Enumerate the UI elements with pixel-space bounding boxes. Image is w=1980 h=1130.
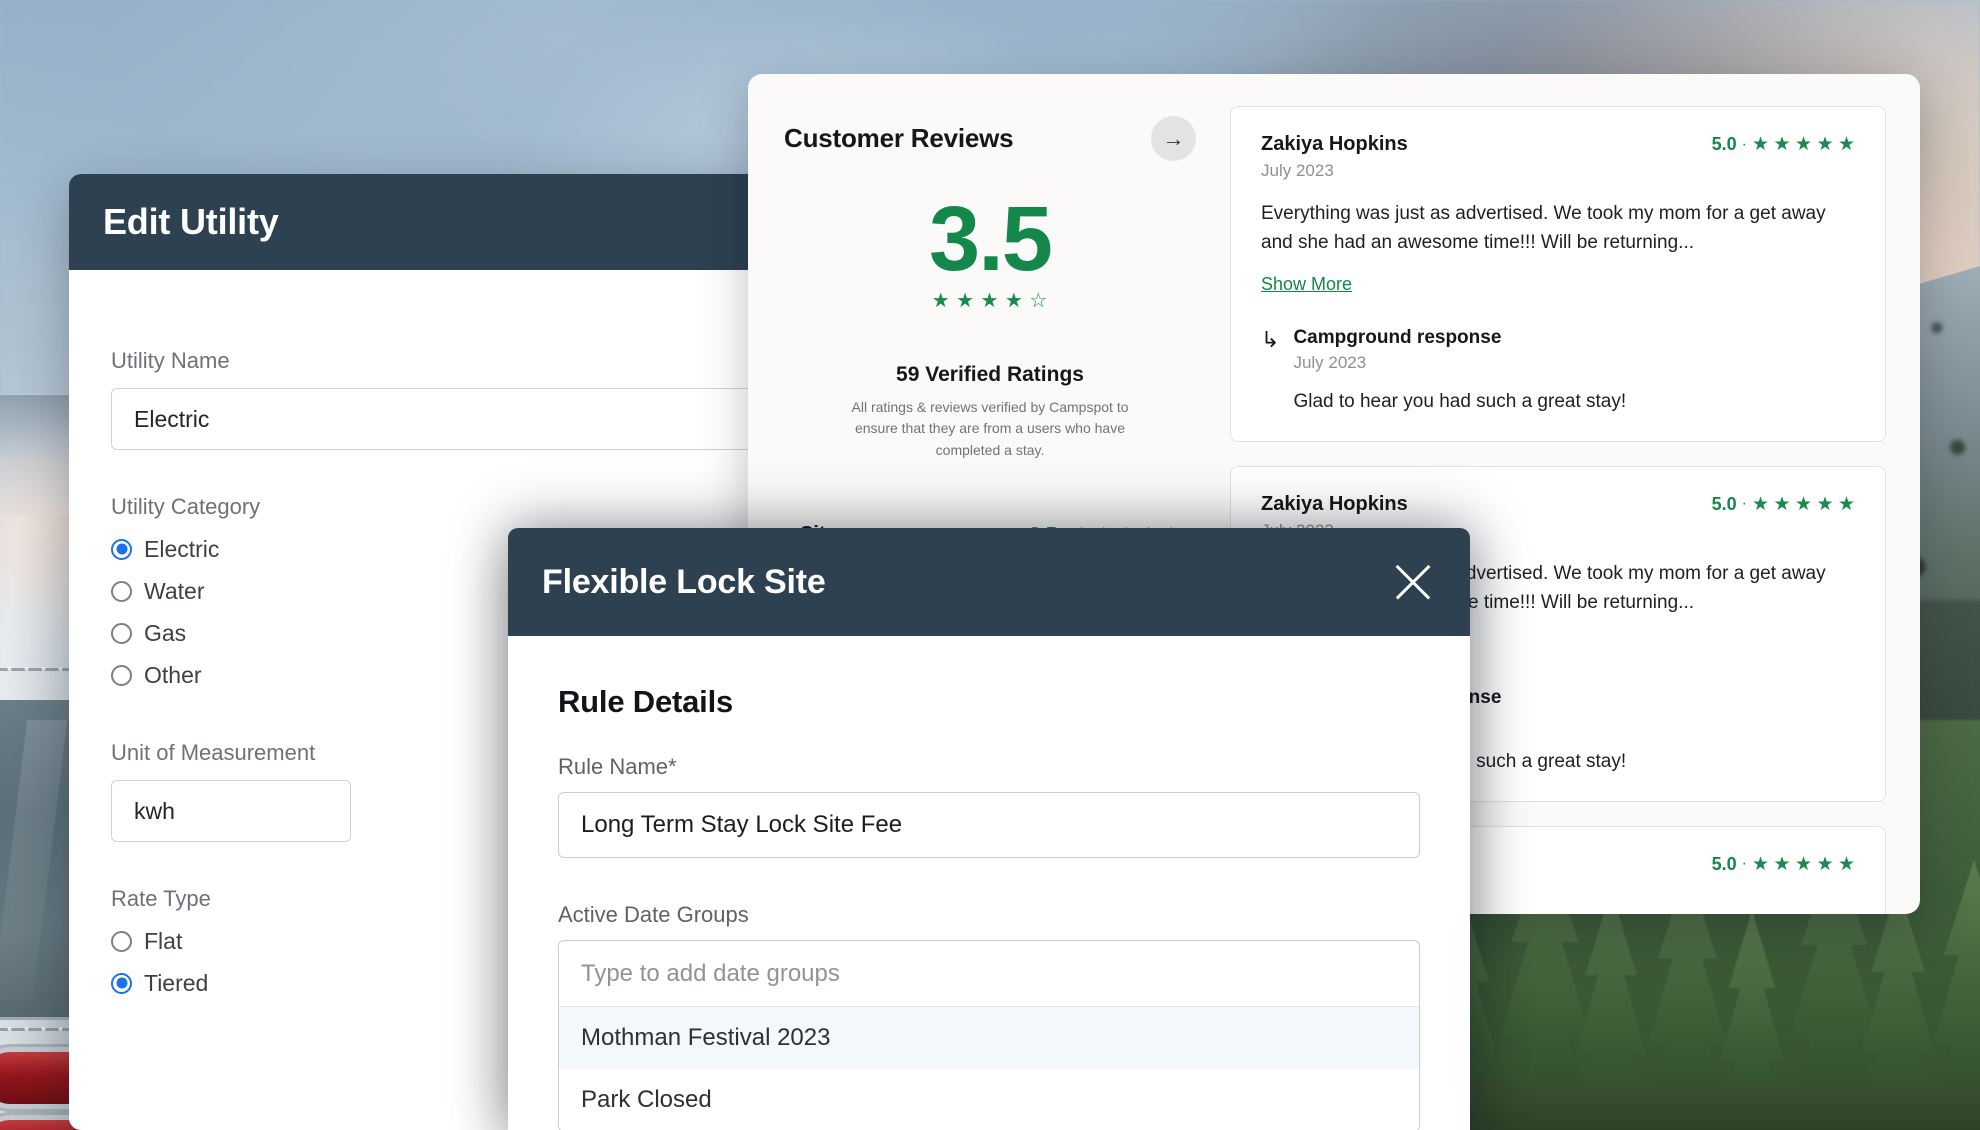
star-outline-icon: ☆ <box>1029 289 1049 312</box>
campground-response: ↳ Campground response July 2023 Glad to … <box>1261 327 1855 413</box>
review-rating-value: 5.0 <box>1711 853 1737 874</box>
response-date: July 2023 <box>1293 352 1367 372</box>
star-icon: ★ <box>956 289 976 312</box>
rating-separator: · <box>1741 855 1747 873</box>
date-groups-combobox: Type to add date groups Mothman Festival… <box>558 940 1420 1130</box>
rating-separator: · <box>1741 135 1747 153</box>
review-rating: 5.0 · ★ ★ ★ ★ ★ <box>1712 493 1855 516</box>
star-icon: ★ <box>1816 853 1834 875</box>
star-icon: ★ <box>1837 134 1855 155</box>
reviews-title: Customer Reviews <box>784 123 1014 153</box>
date-group-option-park-closed[interactable]: Park Closed <box>559 1069 1419 1130</box>
response-content: Campground response July 2023 Glad to he… <box>1293 327 1626 413</box>
star-icon: ★ <box>1751 134 1769 155</box>
radio-icon[interactable] <box>111 664 132 686</box>
reviewer-name: Zakiya Hopkins <box>1261 492 1408 515</box>
review-header: Zakiya Hopkins July 2023 5.0 · ★ ★ ★ ★ ★ <box>1261 133 1855 181</box>
rule-name-label: Rule Name* <box>558 754 677 779</box>
page-title: Edit Utility <box>103 201 279 242</box>
star-icon: ★ <box>1794 493 1812 515</box>
radio-icon[interactable] <box>111 930 132 952</box>
review-stars: ★ ★ ★ ★ ★ <box>1752 133 1855 156</box>
star-icon: ★ <box>980 289 1000 312</box>
star-icon: ★ <box>1816 134 1834 155</box>
review-date: July 2023 <box>1261 161 1334 180</box>
star-icon: ★ <box>1794 853 1812 875</box>
radio-label: Flat <box>144 927 183 954</box>
star-icon: ★ <box>931 289 951 312</box>
radio-icon[interactable] <box>111 538 132 560</box>
star-icon: ★ <box>1773 853 1791 875</box>
section-title: Rule Details <box>558 684 734 719</box>
overall-rating-stars: ★ ★ ★ ★ ☆ <box>784 288 1196 313</box>
modal-title: Flexible Lock Site <box>542 562 826 601</box>
date-groups-input[interactable]: Type to add date groups <box>559 941 1419 1007</box>
ratings-disclaimer: All ratings & reviews verified by Campsp… <box>851 398 1129 458</box>
overall-rating-score: 3.5 <box>929 188 1053 290</box>
review-stars: ★ ★ ★ ★ ★ <box>1752 493 1855 516</box>
date-group-option-mothman-festival-2023[interactable]: Mothman Festival 2023 <box>559 1007 1419 1069</box>
reviewer-name: Zakiya Hopkins <box>1261 133 1408 155</box>
rule-name-input[interactable]: Long Term Stay Lock Site Fee <box>558 792 1420 858</box>
reviewer-info: Zakiya Hopkins July 2023 <box>1261 133 1408 181</box>
review-rating: 5.0 · ★ ★ ★ ★ ★ <box>1712 133 1855 156</box>
review-rating-value: 5.0 <box>1711 134 1737 154</box>
arrow-right-icon[interactable]: → <box>1151 116 1196 161</box>
review-rating-value: 5.0 <box>1711 493 1737 514</box>
star-icon: ★ <box>1837 493 1855 515</box>
star-icon: ★ <box>1751 493 1769 515</box>
show-more-link[interactable]: Show More <box>1261 274 1352 295</box>
radio-label: Gas <box>144 619 187 646</box>
verified-ratings-count: 59 Verified Ratings <box>896 362 1084 386</box>
review-stars: ★ ★ ★ ★ ★ <box>1752 853 1855 876</box>
review-body: Everything was just as advertised. We to… <box>1261 203 1826 254</box>
rule-name-group: Rule Name* Long Term Stay Lock Site Fee <box>558 754 1420 858</box>
radio-label: Water <box>144 577 205 604</box>
star-icon: ★ <box>1816 493 1834 515</box>
reviews-header-row: Customer Reviews → <box>784 116 1196 161</box>
flexible-lock-site-modal: Flexible Lock Site Rule Details Rule Nam… <box>508 528 1470 1130</box>
rating-separator: · <box>1741 495 1747 513</box>
radio-icon[interactable] <box>111 622 132 644</box>
response-body: Glad to hear you had such a great stay! <box>1293 390 1627 412</box>
review-card: Zakiya Hopkins July 2023 5.0 · ★ ★ ★ ★ ★ <box>1230 106 1886 442</box>
star-icon: ★ <box>1773 134 1791 155</box>
star-icon: ★ <box>1837 853 1855 875</box>
radio-icon[interactable] <box>111 580 132 602</box>
active-date-groups-label: Active Date Groups <box>558 902 749 927</box>
radio-label: Electric <box>144 535 220 562</box>
active-date-groups-group: Active Date Groups Type to add date grou… <box>558 902 1420 1130</box>
unit-of-measurement-input[interactable]: kwh <box>111 780 351 842</box>
close-icon[interactable] <box>1390 559 1436 605</box>
radio-label: Other <box>144 661 202 688</box>
star-icon: ★ <box>1004 289 1024 312</box>
radio-icon[interactable] <box>111 972 132 994</box>
radio-label: Tiered <box>144 969 209 996</box>
modal-body: Rule Details Rule Name* Long Term Stay L… <box>508 636 1470 1130</box>
reply-arrow-icon: ↳ <box>1261 326 1280 352</box>
response-title: Campground response <box>1293 326 1502 348</box>
star-icon: ★ <box>1773 493 1791 515</box>
review-rating: 5.0 · ★ ★ ★ ★ ★ <box>1712 853 1855 876</box>
screen-root: Edit Utility Utility Name Electric Utili… <box>0 0 1980 1130</box>
star-icon: ★ <box>1794 134 1812 155</box>
star-icon: ★ <box>1751 853 1769 875</box>
modal-header: Flexible Lock Site <box>508 528 1470 636</box>
